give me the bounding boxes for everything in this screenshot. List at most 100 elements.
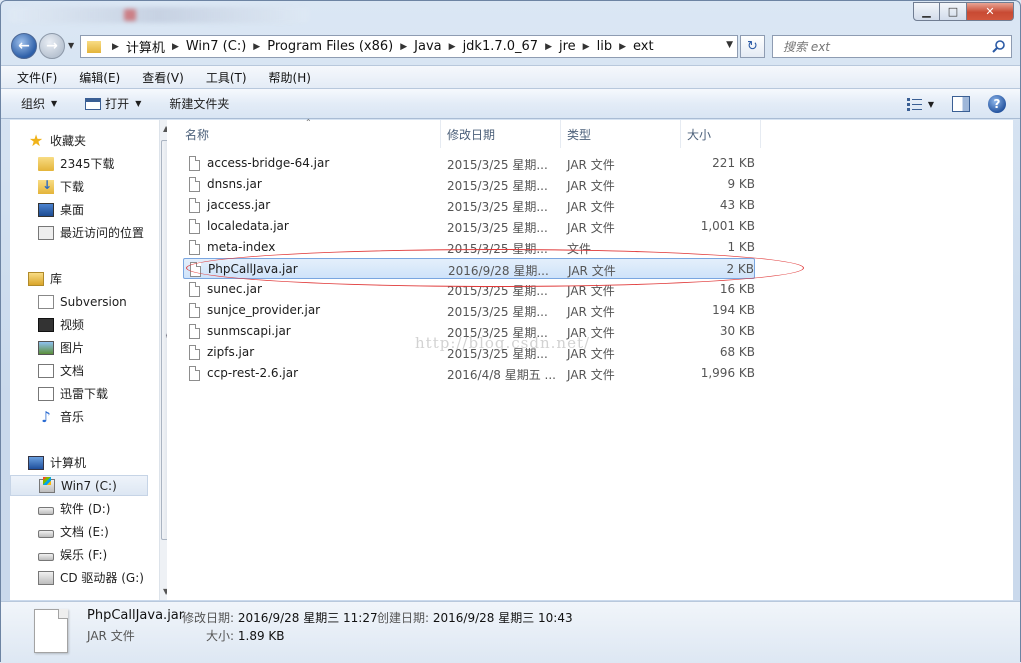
recent-pages-dropdown[interactable]: ▼ (68, 41, 74, 50)
window-icon (85, 97, 102, 110)
open-button[interactable]: 打开 ▼ (85, 95, 141, 112)
file-row[interactable]: meta-index 2015/3/25 星期... 文件 1 KB (183, 237, 755, 258)
command-bar: 组织 ▼ 打开 ▼ 新建文件夹 ▼ ? (1, 89, 1020, 119)
file-row[interactable]: ccp-rest-2.6.jar 2016/4/8 星期五 ... JAR 文件… (183, 363, 755, 384)
sidebar-label: 收藏夹 (50, 134, 87, 148)
sidebar-item-documents[interactable]: 文档 (10, 360, 84, 381)
file-row-selected[interactable]: PhpCallJava.jar 2016/9/28 星期... JAR 文件 2… (183, 258, 755, 279)
column-headers: ⌃ 名称 修改日期 类型 大小 (167, 118, 1013, 148)
menu-file[interactable]: 文件(F) (13, 68, 61, 87)
toolbar-right: ▼ ? (906, 95, 1006, 113)
sidebar-item-2345-downloads[interactable]: 2345下载 (10, 153, 115, 174)
breadcrumb-jdk[interactable]: jdk1.7.0_67 (463, 39, 539, 54)
breadcrumb-separator[interactable]: ▶ (583, 42, 590, 52)
help-icon[interactable]: ? (988, 95, 1006, 113)
file-row[interactable]: dnsns.jar 2015/3/25 星期... JAR 文件 9 KB (183, 174, 755, 195)
column-date-modified[interactable]: 修改日期 (441, 120, 561, 148)
file-icon (189, 366, 200, 381)
address-history-dropdown[interactable]: ▼ (726, 40, 733, 50)
sidebar-label: 2345下载 (60, 157, 115, 171)
breadcrumb-separator[interactable]: ▶ (449, 42, 456, 52)
folder-icon (87, 40, 101, 53)
sidebar-item-thunder-downloads[interactable]: 迅雷下载 (10, 383, 108, 404)
address-bar[interactable]: ▶ 计算机 ▶ Win7 (C:) ▶ Program Files (x86) … (80, 35, 738, 58)
column-name[interactable]: 名称 (179, 120, 441, 148)
minimize-button[interactable]: ▁ (913, 2, 940, 21)
search-input[interactable] (781, 38, 986, 55)
breadcrumb-separator[interactable]: ▶ (545, 42, 552, 52)
forward-button[interactable]: → (39, 33, 65, 59)
file-row[interactable]: localedata.jar 2015/3/25 星期... JAR 文件 1,… (183, 216, 755, 237)
breadcrumb-program-files[interactable]: Program Files (x86) (267, 39, 393, 54)
documents-icon (38, 363, 54, 378)
view-dropdown[interactable]: ▼ (928, 100, 934, 109)
cd-drive-icon (38, 570, 54, 585)
file-row[interactable]: sunec.jar 2015/3/25 星期... JAR 文件 16 KB (183, 279, 755, 300)
sidebar-item-drive-f[interactable]: 娱乐 (F:) (10, 544, 107, 565)
menu-tools[interactable]: 工具(T) (202, 68, 251, 87)
breadcrumb-separator[interactable]: ▶ (172, 42, 179, 52)
file-icon (34, 609, 68, 653)
breadcrumb-lib[interactable]: lib (597, 39, 612, 54)
sidebar-label: 迅雷下载 (60, 387, 109, 401)
column-type[interactable]: 类型 (561, 120, 681, 148)
sidebar-item-videos[interactable]: 视频 (10, 314, 84, 335)
file-row[interactable]: jaccess.jar 2015/3/25 星期... JAR 文件 43 KB (183, 195, 755, 216)
sidebar-item-downloads[interactable]: 下载 (10, 176, 84, 197)
breadcrumb-separator[interactable]: ▶ (253, 42, 260, 52)
maximize-button[interactable]: □ (940, 2, 967, 21)
sidebar-label: 文档 (E:) (60, 525, 109, 539)
breadcrumb-separator[interactable]: ▶ (619, 42, 626, 52)
sidebar-item-subversion[interactable]: Subversion (10, 291, 127, 312)
sidebar-item-drive-e[interactable]: 文档 (E:) (10, 521, 109, 542)
sidebar-item-cd-drive[interactable]: CD 驱动器 (G:) (10, 567, 144, 588)
refresh-button[interactable]: ↻ (740, 35, 765, 58)
sidebar-item-drive-d[interactable]: 软件 (D:) (10, 498, 110, 519)
chevron-down-icon: ▼ (51, 99, 58, 108)
sidebar-item-pictures[interactable]: 图片 (10, 337, 84, 358)
menu-view[interactable]: 查看(V) (138, 68, 188, 87)
explorer-window: ▁ □ ✕ ← → ▼ ▶ 计算机 ▶ Win7 (C:) ▶ Program … (0, 0, 1021, 663)
details-file-name: PhpCallJava.jar (87, 608, 185, 623)
file-icon (189, 219, 200, 234)
sidebar-label: 音乐 (60, 410, 85, 424)
breadcrumb-java[interactable]: Java (414, 39, 441, 54)
sidebar-item-music[interactable]: ♪ 音乐 (10, 406, 84, 427)
file-row[interactable]: sunjce_provider.jar 2015/3/25 星期... JAR … (183, 300, 755, 321)
downloads-icon (38, 178, 54, 194)
search-box[interactable] (772, 35, 1012, 58)
organize-button[interactable]: 组织 ▼ (21, 95, 57, 112)
title-bar: ▁ □ ✕ (1, 1, 1020, 29)
sidebar-computer[interactable]: 计算机 (10, 452, 86, 473)
file-icon (189, 282, 200, 297)
column-size[interactable]: 大小 (681, 120, 761, 148)
details-file-type: JAR 文件 (87, 629, 135, 643)
menu-edit[interactable]: 编辑(E) (75, 68, 124, 87)
sidebar-item-desktop[interactable]: 桌面 (10, 199, 84, 220)
menu-help[interactable]: 帮助(H) (265, 68, 315, 87)
organize-label: 组织 (21, 97, 46, 111)
breadcrumb-computer[interactable]: 计算机 (126, 37, 165, 56)
sidebar-favorites[interactable]: ★ 收藏夹 (10, 130, 86, 151)
menu-bar: 文件(F) 编辑(E) 查看(V) 工具(T) 帮助(H) (1, 65, 1020, 89)
search-icon[interactable] (992, 39, 1006, 53)
back-button[interactable]: ← (11, 33, 37, 59)
breadcrumb-separator[interactable]: ▶ (112, 42, 119, 52)
sidebar-libraries[interactable]: 库 (10, 268, 62, 289)
breadcrumb-separator[interactable]: ▶ (400, 42, 407, 52)
file-row[interactable]: access-bridge-64.jar 2015/3/25 星期... JAR… (183, 153, 755, 174)
breadcrumb-drive-c[interactable]: Win7 (C:) (186, 39, 246, 54)
sidebar-label: 娱乐 (F:) (60, 548, 108, 562)
view-options-icon[interactable] (906, 97, 924, 111)
sidebar-item-drive-c[interactable]: Win7 (C:) (10, 475, 148, 496)
breadcrumb-jre[interactable]: jre (559, 39, 576, 54)
new-folder-button[interactable]: 新建文件夹 (169, 95, 229, 112)
chevron-down-icon: ▼ (135, 99, 142, 108)
close-button[interactable]: ✕ (967, 2, 1014, 21)
file-icon (189, 324, 200, 339)
sidebar-label: 文档 (60, 364, 85, 378)
breadcrumb-ext[interactable]: ext (633, 39, 654, 54)
open-label: 打开 (105, 97, 130, 111)
preview-pane-icon[interactable] (952, 96, 970, 112)
sidebar-item-recent-places[interactable]: 最近访问的位置 (10, 222, 144, 243)
